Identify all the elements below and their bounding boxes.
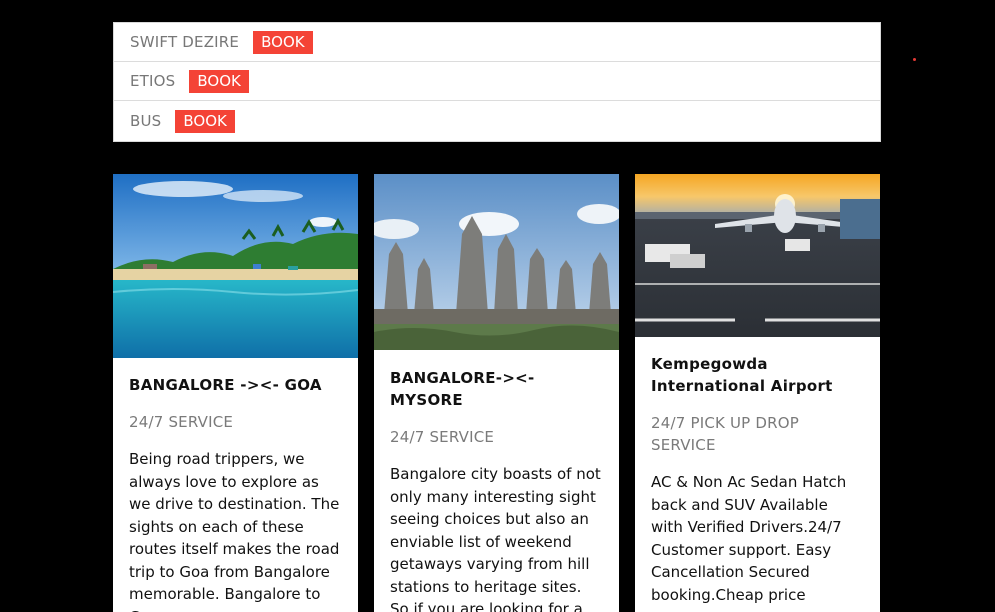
card-goa: BANGALORE -><- GOA 24/7 SERVICE Being ro… <box>113 174 358 612</box>
vehicle-list: SWIFT DEZIRE BOOK ETIOS BOOK BUS BOOK <box>113 22 881 142</box>
vehicle-row-etios: ETIOS BOOK <box>114 62 880 101</box>
temple-image <box>374 174 619 350</box>
vehicle-name: ETIOS <box>130 72 176 90</box>
book-button[interactable]: BOOK <box>189 69 249 93</box>
card-description: AC & Non Ac Sedan Hatch back and SUV Ava… <box>651 473 847 604</box>
goa-beach-image <box>113 174 358 358</box>
book-button[interactable]: BOOK <box>253 30 313 54</box>
vehicle-name: BUS <box>130 112 162 130</box>
card-mysore: BANGALORE-><- MYSORE 24/7 SERVICE Bangal… <box>374 174 619 612</box>
book-button[interactable]: BOOK <box>175 109 235 133</box>
airport-image <box>635 174 880 337</box>
card-subtitle: 24/7 SERVICE <box>390 428 495 446</box>
card-title: BANGALORE-><- MYSORE <box>390 369 535 409</box>
card-title: Kempegowda International Airport <box>651 355 833 395</box>
card-airport: Kempegowda International Airport 24/7 PI… <box>635 174 880 612</box>
vehicle-row-swift-dezire: SWIFT DEZIRE BOOK <box>114 23 880 62</box>
card-description: Bangalore city boasts of not only many i… <box>390 465 601 612</box>
card-description: Being road trippers, we always love to e… <box>129 450 340 612</box>
card-subtitle: 24/7 PICK UP DROP SERVICE <box>651 414 800 454</box>
vehicle-row-bus: BUS BOOK <box>114 101 880 141</box>
card-subtitle: 24/7 SERVICE <box>129 413 234 431</box>
vehicle-name: SWIFT DEZIRE <box>130 33 240 51</box>
red-dot <box>913 58 916 61</box>
card-title: BANGALORE -><- GOA <box>129 376 322 394</box>
page: SWIFT DEZIRE BOOK ETIOS BOOK BUS BOOK BA… <box>0 0 995 612</box>
